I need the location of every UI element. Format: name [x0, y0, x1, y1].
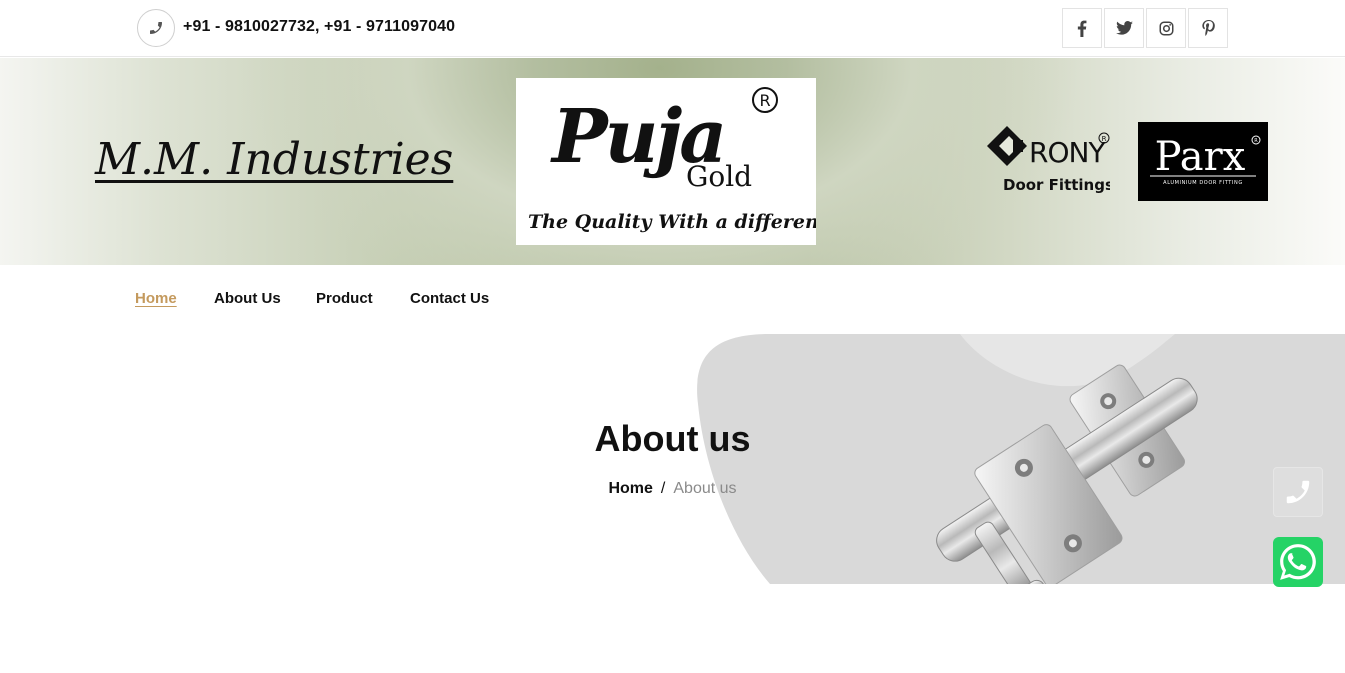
puja-logo-tagline: The Quality With a difference — [528, 211, 816, 233]
parx-registered-mark: R — [1254, 138, 1258, 144]
crony-logo-name: RONY — [1029, 136, 1106, 169]
crony-registered-mark: R — [1102, 135, 1107, 143]
floating-call-button[interactable] — [1273, 467, 1323, 517]
nav-home[interactable]: Home — [135, 290, 177, 307]
parx-logo-sub: ALUMINIUM DOOR FITTING — [1163, 180, 1243, 186]
puja-logo-sub: Gold — [686, 160, 752, 193]
twitter-icon[interactable] — [1104, 8, 1144, 48]
breadcrumb: Home / About us — [0, 480, 1345, 498]
site-brand-name[interactable]: M.M. Industries — [95, 134, 453, 185]
breadcrumb-home-link[interactable]: Home — [608, 480, 652, 497]
nav-contact-us[interactable]: Contact Us — [410, 290, 489, 307]
instagram-icon[interactable] — [1146, 8, 1186, 48]
crony-logo[interactable]: RONY R Door Fittings — [985, 124, 1114, 198]
breadcrumb-separator: / — [660, 480, 666, 497]
breadcrumb-current: About us — [673, 480, 737, 497]
nav-about-us[interactable]: About Us — [214, 290, 281, 307]
header-banner: M.M. Industries Puja R Gold The Quality … — [0, 58, 1345, 265]
parx-logo[interactable]: Parx R ALUMINIUM DOOR FITTING — [1138, 122, 1268, 201]
puja-gold-logo[interactable]: Puja R Gold The Quality With a differenc… — [516, 78, 842, 245]
pinterest-icon[interactable] — [1188, 8, 1228, 48]
top-bar: +91 - 9810027732, +91 - 9711097040 — [0, 0, 1345, 57]
parx-logo-name: Parx — [1155, 134, 1246, 180]
page-title: About us — [594, 418, 751, 459]
puja-registered-mark: R — [759, 91, 770, 110]
phone-icon — [1286, 480, 1310, 504]
facebook-icon[interactable] — [1062, 8, 1102, 48]
nav-product[interactable]: Product — [316, 290, 373, 307]
whatsapp-icon — [1280, 544, 1316, 580]
phone-icon — [137, 9, 175, 47]
contact-phone-numbers[interactable]: +91 - 9810027732, +91 - 9711097040 — [183, 18, 455, 36]
whatsapp-button[interactable] — [1273, 537, 1323, 587]
crony-logo-sub: Door Fittings — [1003, 176, 1110, 194]
